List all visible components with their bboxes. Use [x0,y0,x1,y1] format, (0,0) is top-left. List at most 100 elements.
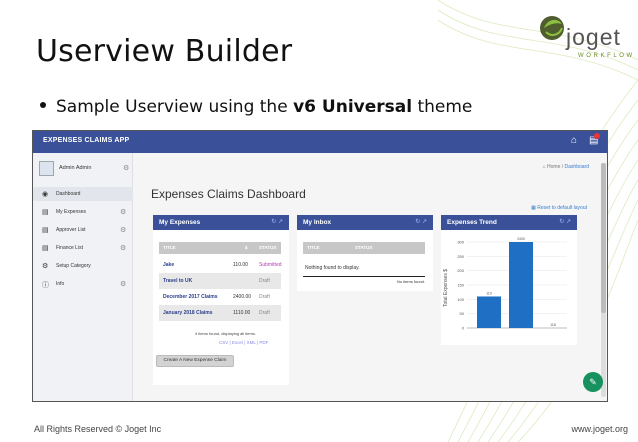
notification-badge [594,133,600,139]
page-title: Expenses Claims Dashboard [151,187,306,201]
claim-title[interactable]: January 2018 Claims [163,310,212,316]
y-tick-label: 150 [457,283,464,288]
panel-tools: ↻ ↗ [271,218,283,225]
expand-icon[interactable]: ↗ [422,219,427,225]
refresh-icon[interactable]: ↻ [271,219,276,225]
gear-icon[interactable]: ⚙ [120,280,126,288]
scrollbar-thumb[interactable] [601,163,606,313]
table-footnote: 4 items found, displaying all items. [195,331,256,336]
claim-status: Draft [259,294,270,300]
bar-value-label: 2400 [517,237,525,241]
expand-icon[interactable]: ↗ [566,219,571,225]
sidebar-item-label: My Expenses [56,209,87,215]
claim-title[interactable]: Travel to UK [163,278,192,284]
inbox-icon[interactable]: ▤ [589,133,600,146]
sidebar-item-finance-list[interactable]: ▤ Finance List ⚙ [33,241,133,255]
user-profile[interactable]: Admin Admin ⚙ [39,161,129,177]
divider [303,276,425,277]
sidebar-item-label: Setup Category [56,263,91,269]
bullet-bold: v6 Universal [293,97,413,117]
refresh-icon[interactable]: ↻ [559,219,564,225]
panel-title: My Inbox [303,219,332,226]
column-header[interactable]: STATUS [355,245,372,250]
table-row[interactable]: Travel to UK Draft [159,273,281,289]
panel-header: Expenses Trend ↻ ↗ [441,215,577,230]
panel-my-inbox: My Inbox ↻ ↗ TITLE STATUS Nothing found … [297,215,433,291]
panel-tools: ↻ ↗ [415,218,427,225]
breadcrumb-separator: / [561,164,564,170]
breadcrumb-current: Dashboard [564,164,589,170]
bar [509,242,533,328]
dashboard-icon: ◉ [42,191,49,198]
logo-wordmark: joget [566,24,621,50]
y-tick-label: 300 [457,240,464,245]
reset-layout-link[interactable]: ▦ Reset to default layout [531,205,587,211]
panel-tools: ↻ ↗ [559,218,571,225]
bullet-prefix: Sample Userview using the [56,97,294,117]
gear-icon[interactable]: ⚙ [120,208,126,216]
y-tick-label: 250 [457,254,464,259]
expand-icon[interactable]: ↗ [278,219,283,225]
reset-layout-label: Reset to default layout [537,205,587,211]
table-icon: ▤ [42,227,49,234]
sidebar-item-approver-list[interactable]: ▤ Approver List ⚙ [33,223,133,237]
main-content: ⌂ Home / Dashboard Expenses Claims Dashb… [134,153,607,401]
sidebar-item-info[interactable]: ⓘ Info ⚙ [33,277,133,291]
scrollbar[interactable] [601,163,606,397]
create-expense-claim-button[interactable]: Create A New Expense Claim [156,355,234,367]
sidebar-item-label: Dashboard [56,191,81,197]
column-header[interactable]: TITLE [163,245,176,250]
gear-icon[interactable]: ⚙ [123,164,129,172]
breadcrumb-home[interactable]: Home [547,164,560,170]
sidebar-item-label: Approver List [56,227,86,233]
panel-header: My Inbox ↻ ↗ [297,215,433,230]
pencil-icon: ✎ [589,377,597,387]
sidebar-item-dashboard[interactable]: ◉ Dashboard [33,187,133,201]
bullet-suffix: theme [412,97,473,117]
y-tick-label: 200 [457,268,464,273]
claim-amount: 2400.00 [233,294,252,300]
panel-my-expenses: My Expenses ↻ ↗ TITLE $ STATUS Jake 110.… [153,215,289,385]
claim-amount: 110.00 [233,262,248,268]
table-row[interactable]: December 2017 Claims 2400.00 Draft [159,289,281,305]
gear-icon[interactable]: ⚙ [120,226,126,234]
edit-fab-button[interactable]: ✎ [583,372,603,392]
panel-header: My Expenses ↻ ↗ [153,215,289,230]
y-tick-label: 0 [462,326,465,331]
gear-icon: ⚙ [42,263,49,270]
home-icon[interactable]: ⌂ [571,135,577,146]
column-header[interactable]: $ [245,245,248,250]
claim-status: Draft [259,278,270,284]
bar-value-label: 118 [550,323,556,327]
gear-icon[interactable]: ⚙ [120,244,126,252]
panel-expenses-trend: Expenses Trend ↻ ↗ 0 50 100 150 200 250 300 Tot… [441,215,577,345]
bar [477,296,501,328]
user-name: Admin Admin [59,165,92,171]
inbox-note: No items found. [396,279,425,284]
claim-status: Submitted [259,262,282,268]
sidebar: Admin Admin ⚙ ◉ Dashboard ▤ My Expenses … [33,153,133,401]
refresh-icon[interactable]: ↻ [415,219,420,225]
export-links[interactable]: CSV | Excel | XML | PDF [219,340,268,345]
table-row[interactable]: January 2018 Claims 1110.00 Draft [159,305,281,321]
app-brand[interactable]: EXPENSES CLAIMS APP [43,137,129,144]
claim-amount: 1110.00 [233,310,251,316]
logo-subtitle: WORKFLOW [578,53,635,59]
sidebar-item-my-expenses[interactable]: ▤ My Expenses ⚙ [33,205,133,219]
table-icon: ▤ [42,245,49,252]
slide-title: Userview Builder [36,34,293,69]
sidebar-item-setup-category[interactable]: ⚙ Setup Category [33,259,133,273]
y-axis-label: Total Expenses $ [443,269,449,307]
claim-title[interactable]: Jake [163,262,174,268]
column-header[interactable]: STATUS [259,245,276,250]
column-header[interactable]: TITLE [307,245,320,250]
claim-status: Draft [259,310,270,316]
panel-title: My Expenses [159,219,201,226]
app-header: EXPENSES CLAIMS APP ⌂ ▤ [33,131,607,153]
sidebar-item-label: Finance List [56,245,83,251]
claim-title[interactable]: December 2017 Claims [163,294,217,300]
footer-copyright: All Rights Reserved © Joget Inc [34,424,162,434]
table-icon: ▤ [42,209,49,216]
table-header: TITLE STATUS [303,242,425,254]
table-row[interactable]: Jake 110.00 Submitted [159,257,282,273]
